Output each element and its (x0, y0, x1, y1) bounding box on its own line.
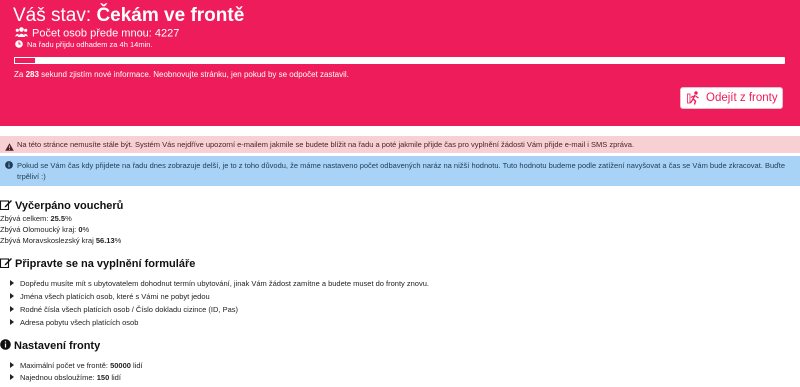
voucher-label: Zbývá Olomoucký kraj: (0, 225, 77, 234)
info-circle-icon (5, 161, 13, 172)
setting-value: 50000 (110, 361, 131, 370)
voucher-unit: % (114, 236, 122, 245)
edit-icon (0, 257, 12, 272)
leave-queue-label: Odejít z fronty (706, 92, 778, 104)
status-line: Váš stav: Čekám ve frontě (13, 5, 244, 27)
list-item: Maximální počet ve frontě: 50000 lidí (10, 361, 143, 371)
list-item-text: Adresa pobytu všech platících osob (20, 318, 139, 327)
setting-unit: lidí (133, 361, 143, 370)
wait-time-info-text: Pokud se Vám čas kdy přijdete na řadu dn… (17, 161, 785, 181)
queue-progress-fill (14, 57, 36, 64)
voucher-label: Zbývá celkem: (0, 214, 49, 223)
email-notice-alert: Na této stránce nemusíte stále být. Syst… (0, 136, 800, 153)
queue-count-text: Počet osob přede mnou: 4227 (32, 27, 180, 40)
refresh-seconds: 283 (25, 70, 39, 79)
list-item-text: Dopředu musíte mít s ubytovatelem dohodn… (20, 279, 429, 288)
voucher-value: 56.13 (95, 236, 115, 245)
bullet-arrow-icon (10, 280, 14, 286)
voucher-row-total: Zbývá celkem: 25.5% (0, 214, 72, 224)
leave-queue-button[interactable]: Odejít z fronty (680, 87, 783, 109)
refresh-before: Za (14, 70, 24, 79)
voucher-unit: % (65, 214, 72, 223)
bullet-arrow-icon (10, 362, 14, 368)
status-value: Čekám ve frontě (96, 5, 245, 26)
users-icon (15, 27, 28, 40)
list-item: Rodné čísla všech platících osob / Číslo… (10, 305, 238, 315)
list-item: Adresa pobytu všech platících osob (10, 318, 138, 328)
info-circle-icon (0, 339, 11, 354)
queue-status-header: Váš stav: Čekám ve frontě Počet osob pře… (0, 0, 800, 126)
voucher-row-moravskoslezsky: Zbývá Moravskoslezský kraj 56.13% (0, 236, 121, 246)
list-item: Jména všech platících osob, které s Vámi… (10, 292, 210, 302)
status-prefix: Váš stav: (13, 5, 92, 26)
vouchers-title: Vyčerpáno voucherů (15, 200, 124, 212)
edit-icon (0, 199, 12, 214)
bullet-arrow-icon (10, 306, 14, 312)
bullet-arrow-icon (10, 319, 14, 325)
queue-settings-title: Nastavení fronty (14, 340, 101, 352)
setting-unit: lidí (111, 373, 121, 382)
voucher-label: Zbývá Moravskoslezský kraj (0, 236, 94, 245)
list-item: Najednou obsloužíme: 150 lidí (10, 373, 121, 383)
bullet-arrow-icon (10, 293, 14, 299)
clock-icon (15, 40, 23, 50)
setting-label: Maximální počet ve frontě: (20, 361, 108, 370)
email-notice-text: Na této stránce nemusíte stále být. Syst… (17, 140, 634, 149)
voucher-row-olomoucky: Zbývá Olomoucký kraj: 0% (0, 225, 89, 235)
eta-line: Na řadu přijdu odhadem za 4h 14min. (15, 40, 153, 50)
voucher-unit: % (82, 225, 90, 234)
prepare-title: Připravte se na vyplnění formuláře (15, 258, 196, 270)
bullet-arrow-icon (10, 374, 14, 380)
wait-time-info-alert: Pokud se Vám čas kdy přijdete na řadu dn… (0, 156, 800, 186)
queue-progress-bar (14, 57, 785, 64)
setting-value: 150 (96, 373, 110, 382)
refresh-after: sekund zjistím nové informace. Neobnovuj… (41, 70, 349, 79)
running-person-icon (687, 91, 702, 112)
list-item-text: Jména všech platících osob, které s Vámi… (20, 292, 210, 301)
setting-label: Najednou obsloužíme: (20, 373, 95, 382)
prepare-heading: Připravte se na vyplnění formuláře (0, 257, 195, 272)
queue-count-line: Počet osob přede mnou: 4227 (15, 27, 179, 40)
eta-text: Na řadu přijdu odhadem za 4h 14min. (27, 40, 153, 49)
list-item-text: Rodné čísla všech platících osob / Číslo… (20, 305, 239, 314)
list-item: Dopředu musíte mít s ubytovatelem dohodn… (10, 279, 429, 289)
vouchers-heading: Vyčerpáno voucherů (0, 199, 123, 214)
queue-settings-heading: Nastavení fronty (0, 339, 100, 354)
refresh-countdown: Za 283 sekund zjistím nové informace. Ne… (14, 70, 349, 80)
warning-icon (5, 140, 14, 157)
voucher-value: 25.5 (50, 214, 66, 223)
